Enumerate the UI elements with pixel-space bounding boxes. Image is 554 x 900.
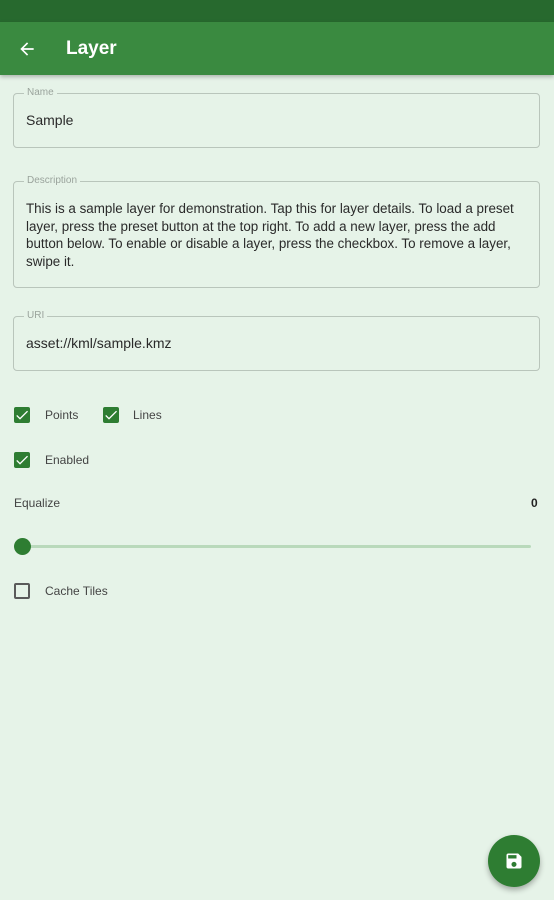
points-label: Points	[45, 408, 79, 422]
check-icon	[105, 410, 117, 420]
page-title: Layer	[66, 37, 117, 59]
arrow-back-icon	[20, 41, 34, 56]
check-icon	[16, 410, 28, 420]
enabled-label: Enabled	[45, 453, 90, 467]
equalize-value: 0	[531, 496, 538, 510]
equalize-slider-thumb[interactable]	[14, 538, 31, 555]
save-button[interactable]	[488, 835, 540, 887]
name-field[interactable]: Name Sample	[13, 87, 540, 148]
cache-tiles-label: Cache Tiles	[45, 584, 108, 598]
equalize-slider-track[interactable]	[22, 545, 531, 548]
app-bar: Layer	[0, 22, 554, 75]
enabled-checkbox[interactable]	[14, 452, 30, 468]
back-button[interactable]	[0, 22, 54, 75]
description-field-value[interactable]: This is a sample layer for demonstration…	[26, 200, 527, 270]
check-icon	[16, 455, 28, 465]
name-field-label: Name	[24, 87, 57, 99]
description-field-label: Description	[24, 175, 81, 187]
save-icon	[506, 853, 522, 869]
uri-field-label: URI	[24, 310, 48, 322]
points-checkbox[interactable]	[14, 407, 30, 423]
uri-field-value[interactable]: asset://kml/sample.kmz	[26, 334, 527, 352]
lines-label: Lines	[133, 408, 162, 422]
status-bar	[0, 0, 554, 22]
uri-field[interactable]: URI asset://kml/sample.kmz	[13, 310, 540, 371]
cache-tiles-checkbox[interactable]	[14, 583, 30, 599]
description-field[interactable]: Description This is a sample layer for d…	[13, 175, 540, 288]
lines-checkbox[interactable]	[103, 407, 119, 423]
name-field-value[interactable]: Sample	[26, 111, 527, 129]
equalize-label: Equalize	[14, 496, 61, 510]
